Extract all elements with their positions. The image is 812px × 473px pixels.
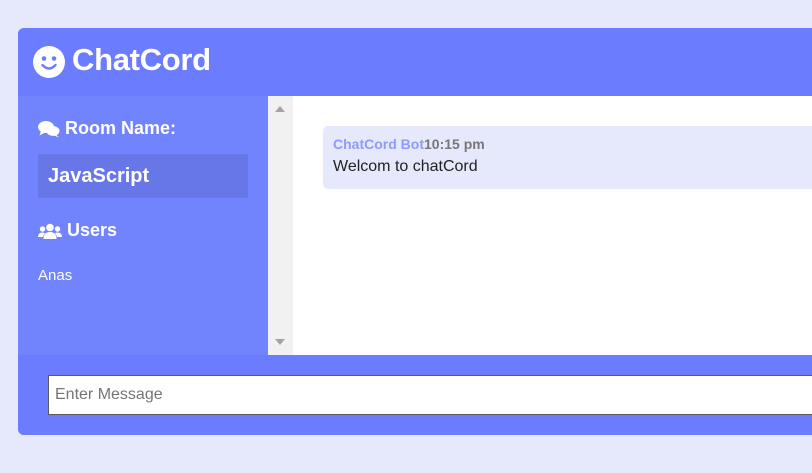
user-item: Anas [38,267,73,284]
sidebar: Room Name: JavaScript Users Anas [18,96,268,355]
room-name: JavaScript [38,154,248,198]
scroll-down-arrow-icon[interactable] [275,339,285,345]
chat-messages: ChatCord Bot10:15 pm Welcom to chatCord [293,96,812,355]
room-heading-label: Room Name: [65,118,177,138]
scrollbar[interactable] [268,96,293,355]
comments-icon [38,120,60,137]
chat-form-container [18,355,812,435]
users-heading-label: Users [67,220,118,240]
room-heading: Room Name: [38,118,176,139]
message-author: ChatCord Bot [333,136,424,152]
message: ChatCord Bot10:15 pm Welcom to chatCord [323,126,812,189]
users-icon [38,223,62,239]
chat-header: ChatCord [18,28,812,96]
smile-icon [33,46,65,78]
app-title: ChatCord [72,42,211,77]
users-heading: Users [38,220,117,241]
chat-container: ChatCord Room Name: JavaScript Users Ana… [18,28,812,435]
message-text: Welcom to chatCord [333,158,478,175]
scroll-up-arrow-icon[interactable] [275,106,285,112]
users-list: Anas [38,267,72,284]
message-input[interactable] [48,375,812,415]
message-time: 10:15 pm [424,136,485,152]
message-meta: ChatCord Bot10:15 pm [333,136,812,152]
